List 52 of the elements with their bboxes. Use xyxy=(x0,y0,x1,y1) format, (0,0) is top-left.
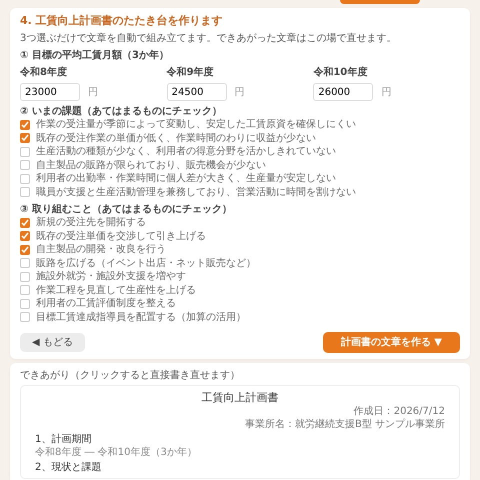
checkbox[interactable] xyxy=(20,218,30,228)
checkbox[interactable] xyxy=(20,231,30,242)
checkbox-label: 既存の受注単価を交渉して引き上げる xyxy=(36,230,206,243)
section-heading: 1、計画期間 xyxy=(35,433,92,446)
checkbox-label: 利用者の出勤率・作業時間に個人差が大きく、生産量が安定しない xyxy=(36,172,336,186)
document-title: 工賃向上計画書 xyxy=(200,390,280,405)
step-description: 3つ選ぶだけで文章を自動で組み立てます。できあがった文章はこの場で直せます。 xyxy=(20,32,398,45)
year-label: 令和9年度 xyxy=(166,66,215,79)
section-heading: 2、現状と課題 xyxy=(35,461,102,474)
section-title: ③ 取り組むこと（あてはまるものにチェック） xyxy=(20,203,233,216)
checkbox-label: 利用者の工賃評価制度を整える xyxy=(36,297,176,310)
checkbox-label: 生産活動の種類が少なく、利用者の得意分野を活かしきれていない xyxy=(36,145,336,158)
document-preview[interactable]: 工賃向上計画書 作成日：2026/7/12 事業所名：就労継続支援B型 サンプル事業所 1、計画期間 令和8年度 ― 令和10年度（3か年） 2、現状と課題 xyxy=(20,385,460,479)
checkbox-label: 既存の受注作業の単価が低く、作業時間のわりに収益が少ない xyxy=(36,132,316,145)
checkbox[interactable] xyxy=(20,244,30,255)
unit-label: 円 xyxy=(234,86,245,98)
checkbox-label: 自主製品の開発・改良を行う xyxy=(36,243,166,256)
step-title: 4. 工賃向上計画書のたたき台を作ります xyxy=(20,14,224,28)
checkbox[interactable] xyxy=(20,298,30,309)
checkbox-label: 目標工賃達成指導員を配置する（加算の活用） xyxy=(36,310,246,324)
wage-input[interactable]: 23000 xyxy=(20,83,80,101)
document-date: 作成日：2026/7/12 xyxy=(352,405,445,418)
unit-label: 円 xyxy=(88,86,98,98)
checkbox-label: 販路を広げる（イベント出店・ネット販売など） xyxy=(36,256,256,270)
back-button[interactable]: ◀ もどる xyxy=(20,333,85,352)
checkbox[interactable] xyxy=(20,174,30,184)
checkbox[interactable] xyxy=(20,272,30,282)
checkbox-label: 自主製品の販路が限られており、販売機会が少ない xyxy=(36,158,266,172)
checkbox-label: 職員が支援と生産活動管理を兼務しており、営業活動に時間を割けない xyxy=(36,186,356,199)
section-title: ② いまの課題（あてはまるものにチェック） xyxy=(20,105,223,118)
checkbox[interactable] xyxy=(20,285,30,296)
checkbox[interactable] xyxy=(20,312,30,322)
checkbox[interactable] xyxy=(20,133,30,144)
checkbox-label: 作業工程を見直して生産性を上げる xyxy=(36,284,196,297)
year-label: 令和10年度 xyxy=(313,66,368,79)
unit-label: 円 xyxy=(381,86,392,98)
checkbox[interactable] xyxy=(20,187,30,198)
checkbox[interactable] xyxy=(20,146,30,157)
wage-input[interactable]: 26000 xyxy=(313,83,374,101)
result-label: できあがり（クリックすると直接書き直せます） xyxy=(20,369,241,382)
checkbox[interactable] xyxy=(20,160,30,170)
year-label: 令和8年度 xyxy=(20,66,68,79)
top-button[interactable] xyxy=(340,0,420,4)
checkbox[interactable] xyxy=(20,258,30,268)
checkbox-label: 新規の受注先を開拓する xyxy=(36,216,146,230)
checkbox[interactable] xyxy=(20,120,30,130)
checkbox-label: 施設外就労・施設外支援を増やす xyxy=(36,270,186,284)
section-title: ① 目標の平均工賃月額（3か年） xyxy=(20,49,170,62)
section-body: 令和8年度 ― 令和10年度（3か年） xyxy=(35,446,198,459)
office-name: 事業所名：就労継続支援B型 サンプル事業所 xyxy=(244,418,445,431)
checkbox-label: 作業の受注量が季節によって変動し、安定した工賃原資を確保しにくい xyxy=(36,118,356,132)
wage-input[interactable]: 24500 xyxy=(166,83,227,101)
